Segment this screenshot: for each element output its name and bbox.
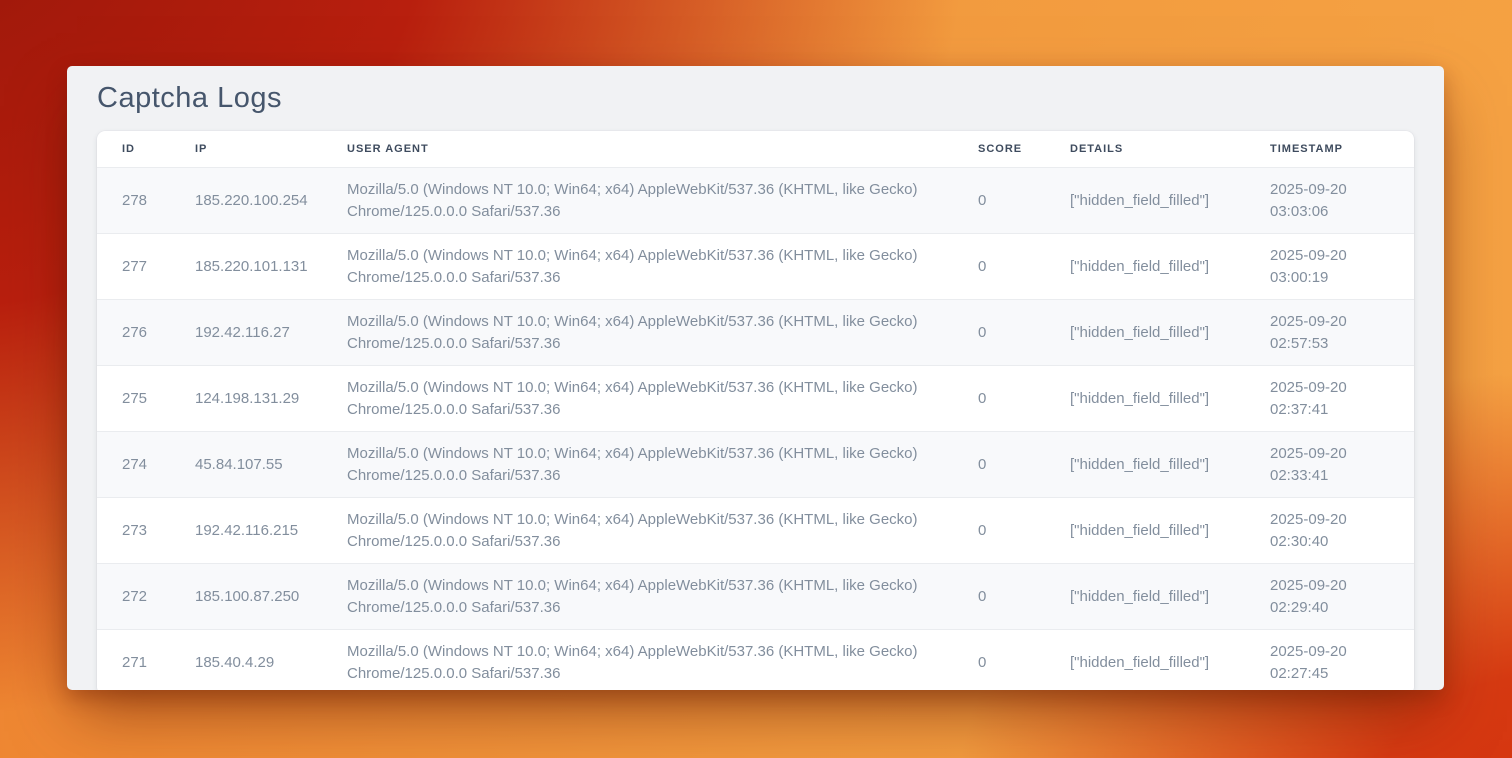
- cell-details: ["hidden_field_filled"]: [1045, 630, 1245, 691]
- cell-ip: 124.198.131.29: [170, 366, 322, 432]
- cell-details: ["hidden_field_filled"]: [1045, 432, 1245, 498]
- cell-ip: 185.100.87.250: [170, 564, 322, 630]
- cell-id: 278: [97, 168, 170, 234]
- table-row: 276 192.42.116.27 Mozilla/5.0 (Windows N…: [97, 300, 1414, 366]
- cell-details: ["hidden_field_filled"]: [1045, 498, 1245, 564]
- column-header-score: SCORE: [953, 131, 1045, 168]
- cell-timestamp: 2025-09-20 03:03:06: [1245, 168, 1414, 234]
- cell-user-agent: Mozilla/5.0 (Windows NT 10.0; Win64; x64…: [322, 366, 953, 432]
- cell-timestamp: 2025-09-20 02:33:41: [1245, 432, 1414, 498]
- cell-user-agent: Mozilla/5.0 (Windows NT 10.0; Win64; x64…: [322, 168, 953, 234]
- cell-id: 272: [97, 564, 170, 630]
- page-title: Captcha Logs: [97, 83, 1414, 113]
- cell-id: 276: [97, 300, 170, 366]
- logs-table: ID IP USER AGENT SCORE DETAILS TIMESTAMP…: [97, 131, 1414, 690]
- column-header-id: ID: [97, 131, 170, 168]
- cell-score: 0: [953, 432, 1045, 498]
- cell-timestamp: 2025-09-20 02:27:45: [1245, 630, 1414, 691]
- cell-score: 0: [953, 498, 1045, 564]
- cell-details: ["hidden_field_filled"]: [1045, 564, 1245, 630]
- cell-ip: 192.42.116.215: [170, 498, 322, 564]
- table-row: 273 192.42.116.215 Mozilla/5.0 (Windows …: [97, 498, 1414, 564]
- cell-user-agent: Mozilla/5.0 (Windows NT 10.0; Win64; x64…: [322, 498, 953, 564]
- table-row: 277 185.220.101.131 Mozilla/5.0 (Windows…: [97, 234, 1414, 300]
- cell-timestamp: 2025-09-20 02:29:40: [1245, 564, 1414, 630]
- cell-id: 273: [97, 498, 170, 564]
- cell-details: ["hidden_field_filled"]: [1045, 300, 1245, 366]
- cell-user-agent: Mozilla/5.0 (Windows NT 10.0; Win64; x64…: [322, 300, 953, 366]
- table-row: 272 185.100.87.250 Mozilla/5.0 (Windows …: [97, 564, 1414, 630]
- table-row: 278 185.220.100.254 Mozilla/5.0 (Windows…: [97, 168, 1414, 234]
- cell-score: 0: [953, 234, 1045, 300]
- cell-timestamp: 2025-09-20 02:57:53: [1245, 300, 1414, 366]
- cell-user-agent: Mozilla/5.0 (Windows NT 10.0; Win64; x64…: [322, 432, 953, 498]
- cell-score: 0: [953, 630, 1045, 691]
- cell-id: 274: [97, 432, 170, 498]
- cell-timestamp: 2025-09-20 02:37:41: [1245, 366, 1414, 432]
- cell-timestamp: 2025-09-20 03:00:19: [1245, 234, 1414, 300]
- cell-score: 0: [953, 168, 1045, 234]
- table-row: 274 45.84.107.55 Mozilla/5.0 (Windows NT…: [97, 432, 1414, 498]
- cell-details: ["hidden_field_filled"]: [1045, 234, 1245, 300]
- cell-score: 0: [953, 366, 1045, 432]
- page-background: { "page": { "title": "Captcha Logs" }, "…: [0, 0, 1512, 758]
- logs-table-body: 278 185.220.100.254 Mozilla/5.0 (Windows…: [97, 168, 1414, 691]
- cell-score: 0: [953, 300, 1045, 366]
- cell-id: 271: [97, 630, 170, 691]
- cell-ip: 45.84.107.55: [170, 432, 322, 498]
- cell-score: 0: [953, 564, 1045, 630]
- cell-ip: 185.40.4.29: [170, 630, 322, 691]
- cell-id: 275: [97, 366, 170, 432]
- logs-table-container: ID IP USER AGENT SCORE DETAILS TIMESTAMP…: [97, 131, 1414, 690]
- cell-ip: 185.220.101.131: [170, 234, 322, 300]
- column-header-user-agent: USER AGENT: [322, 131, 953, 168]
- cell-id: 277: [97, 234, 170, 300]
- column-header-ip: IP: [170, 131, 322, 168]
- cell-user-agent: Mozilla/5.0 (Windows NT 10.0; Win64; x64…: [322, 630, 953, 691]
- table-row: 275 124.198.131.29 Mozilla/5.0 (Windows …: [97, 366, 1414, 432]
- cell-details: ["hidden_field_filled"]: [1045, 366, 1245, 432]
- table-header-row: ID IP USER AGENT SCORE DETAILS TIMESTAMP: [97, 131, 1414, 168]
- column-header-details: DETAILS: [1045, 131, 1245, 168]
- cell-timestamp: 2025-09-20 02:30:40: [1245, 498, 1414, 564]
- cell-ip: 192.42.116.27: [170, 300, 322, 366]
- cell-ip: 185.220.100.254: [170, 168, 322, 234]
- cell-user-agent: Mozilla/5.0 (Windows NT 10.0; Win64; x64…: [322, 564, 953, 630]
- cell-user-agent: Mozilla/5.0 (Windows NT 10.0; Win64; x64…: [322, 234, 953, 300]
- captcha-logs-card: Captcha Logs ID IP USER AGENT SCORE DETA…: [67, 66, 1444, 690]
- column-header-timestamp: TIMESTAMP: [1245, 131, 1414, 168]
- table-row: 271 185.40.4.29 Mozilla/5.0 (Windows NT …: [97, 630, 1414, 691]
- cell-details: ["hidden_field_filled"]: [1045, 168, 1245, 234]
